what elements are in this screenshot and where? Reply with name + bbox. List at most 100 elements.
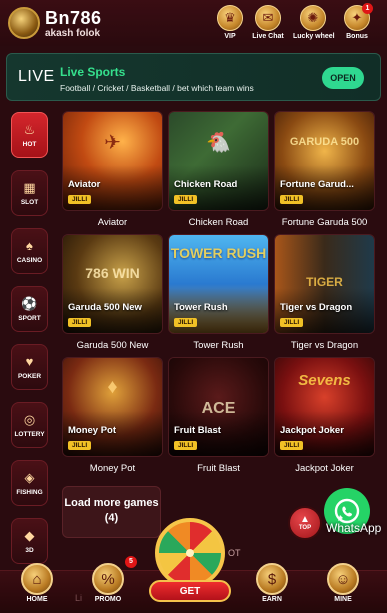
promo-badge: 5 [125,556,137,568]
category-lottery[interactable]: ◎ LOTTERY [11,402,48,448]
game-caption: Tiger vs Dragon [290,340,359,351]
game-name: Tower Rush [174,302,228,313]
game-card-tiger-vs-dragon[interactable]: TIGER Tiger vs Dragon JILLI [274,234,375,334]
username: akash folok [45,28,101,39]
poker-icon: ♥ [25,353,34,369]
nav-promo[interactable]: % PROMO [86,563,130,603]
chat-icon: ✉ [255,5,281,31]
scroll-top-button[interactable]: ▲ TOP [288,506,322,540]
open-button[interactable]: OPEN [322,67,364,89]
bonus-button[interactable]: ✦ 1 Bonus [337,3,377,40]
vip-label: VIP [224,33,236,40]
nav-earn[interactable]: $ EARN [250,563,294,603]
category-label: 3D [25,546,34,554]
crown-icon: ♛ [217,5,243,31]
live-sports-subtitle: Football / Cricket / Basketball / bet wh… [60,83,254,93]
category-fishing[interactable]: ◈ FISHING [11,460,48,506]
game-caption: Garuda 500 New [76,340,149,351]
user-icon: ☺ [327,563,359,595]
cube-icon: ◆ [24,527,35,543]
live-chat-button[interactable]: ✉ Live Chat [248,5,288,40]
vip-button[interactable]: ♛ VIP [210,5,250,40]
game-caption: Jackpot Joker [295,463,354,474]
fish-icon: ◈ [24,469,35,485]
chicken-icon: 🐔 [206,132,231,154]
load-more-button[interactable]: Load more games (4) [62,486,161,538]
live-sports-banner[interactable]: LIVE Live Sports Football / Cricket / Ba… [6,53,381,101]
provider-badge: JILLI [280,195,304,204]
ghost-text: Li [75,593,83,603]
provider-badge: JILLI [174,195,198,204]
category-label: SLOT [20,198,39,206]
ball-icon: ⚽ [21,295,38,311]
live-sports-title: Live Sports [60,65,126,79]
lucky-wheel-widget[interactable] [155,518,225,588]
category-3d[interactable]: ◆ 3D [11,518,48,564]
category-slot[interactable]: ▦ SLOT [11,170,48,216]
game-caption: Fortune Garuda 500 [281,217,368,228]
brand-logo[interactable] [8,7,40,39]
bonus-badge: 1 [362,3,373,14]
game-tile[interactable]: Sevens Jackpot Joker JILLI Jackpot Joker [274,357,375,474]
provider-badge: JILLI [174,441,198,450]
game-card-aviator[interactable]: ✈ Aviator JILLI [62,111,163,211]
category-poker[interactable]: ♥ POKER [11,344,48,390]
art-logo-text: GARUDA 500 [289,136,360,148]
game-name: Jackpot Joker [280,425,344,436]
nav-label: MINE [334,596,352,603]
nav-label: EARN [262,596,282,603]
plane-icon: ✈ [104,132,121,154]
provider-badge: JILLI [68,318,92,327]
top-label: TOP [298,525,312,531]
game-card-jackpot-joker[interactable]: Sevens Jackpot Joker JILLI [274,357,375,457]
category-label: LOTTERY [14,430,45,438]
game-name: Tiger vs Dragon [280,302,353,313]
game-tile[interactable]: TIGER Tiger vs Dragon JILLI Tiger vs Dra… [274,234,375,351]
bonus-label: Bonus [346,33,368,40]
game-tile[interactable]: GARUDA 500 Fortune Garud... JILLI Fortun… [274,111,375,228]
provider-badge: JILLI [174,318,198,327]
game-card-chicken-road[interactable]: 🐔 Chicken Road JILLI [168,111,269,211]
wheel-hub [186,549,194,557]
category-casino[interactable]: ♠ CASINO [11,228,48,274]
provider-badge: JILLI [68,441,92,450]
game-card-fortune-garuda[interactable]: GARUDA 500 Fortune Garud... JILLI [274,111,375,211]
game-card-money-pot[interactable]: ♦ Money Pot JILLI [62,357,163,457]
game-card-tower-rush[interactable]: TOWER RUSH Tower Rush JILLI [168,234,269,334]
game-tile[interactable]: 786 WIN Garuda 500 New JILLI Garuda 500 … [62,234,163,351]
category-sport[interactable]: ⚽ SPORT [11,286,48,332]
game-tile[interactable]: ♦ Money Pot JILLI Money Pot [62,357,163,474]
brand-name: Bn786 [45,8,102,28]
game-caption: Aviator [97,217,128,228]
provider-badge: JILLI [68,195,92,204]
flame-icon: ♨ [23,121,36,137]
game-tile[interactable]: TOWER RUSH Tower Rush JILLI Tower Rush [168,234,269,351]
category-hot[interactable]: ♨ HOT [11,112,48,158]
whatsapp-label: WhatsApp [326,521,382,535]
get-button[interactable]: GET [149,580,231,602]
game-tile[interactable]: ACE Fruit Blast JILLI Fruit Blast [168,357,269,474]
top-header: Bn786 akash folok ♛ VIP ✉ Live Chat ✺ Lu… [0,0,387,46]
category-label: FISHING [16,488,43,496]
wheel-icon: ✺ [300,5,326,31]
lucky-wheel-button[interactable]: ✺ Lucky wheel [293,5,335,40]
art-logo-text: TOWER RUSH [170,245,267,261]
category-label: HOT [22,140,37,148]
slot-machine-icon: ▦ [23,179,36,195]
provider-badge: JILLI [280,441,304,450]
game-name: Garuda 500 New [68,302,142,313]
pot-icon: ♦ [107,376,118,398]
partial-text: OT [228,548,241,558]
lucky-wheel-label: Lucky wheel [293,33,335,40]
category-label: CASINO [16,256,43,264]
nav-mine[interactable]: ☺ MINE [321,563,365,603]
percent-icon: % [92,563,124,595]
game-tile[interactable]: 🐔 Chicken Road JILLI Chicken Road [168,111,269,228]
game-card-garuda-500-new[interactable]: 786 WIN Garuda 500 New JILLI [62,234,163,334]
game-card-fruit-blast[interactable]: ACE Fruit Blast JILLI [168,357,269,457]
nav-home[interactable]: ⌂ HOME [15,563,59,603]
game-tile[interactable]: ✈ Aviator JILLI Aviator [62,111,163,228]
coin-icon: $ [256,563,288,595]
game-name: Aviator [68,179,101,190]
game-name: Fruit Blast [174,425,221,436]
